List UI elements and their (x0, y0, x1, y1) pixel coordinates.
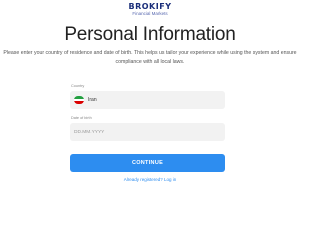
login-link[interactable]: Already registered? Log in (0, 177, 300, 182)
dob-label: Date of birth (71, 116, 92, 120)
iran-flag-icon (74, 96, 84, 104)
brand-tagline: Financial Markets (132, 11, 168, 16)
brand-name: BROKIFY (128, 2, 172, 11)
country-select[interactable]: Iran (70, 91, 225, 109)
dob-input[interactable] (70, 123, 225, 141)
country-label: Country (71, 84, 85, 88)
page-description: Please enter your country of residence a… (3, 50, 297, 65)
country-value: Iran (88, 97, 97, 103)
continue-button[interactable]: CONTINUE (70, 154, 225, 172)
dob-field (70, 123, 225, 141)
page-title: Personal Information (64, 24, 236, 45)
brand-logo: BROKIFY Financial Markets (0, 3, 300, 17)
